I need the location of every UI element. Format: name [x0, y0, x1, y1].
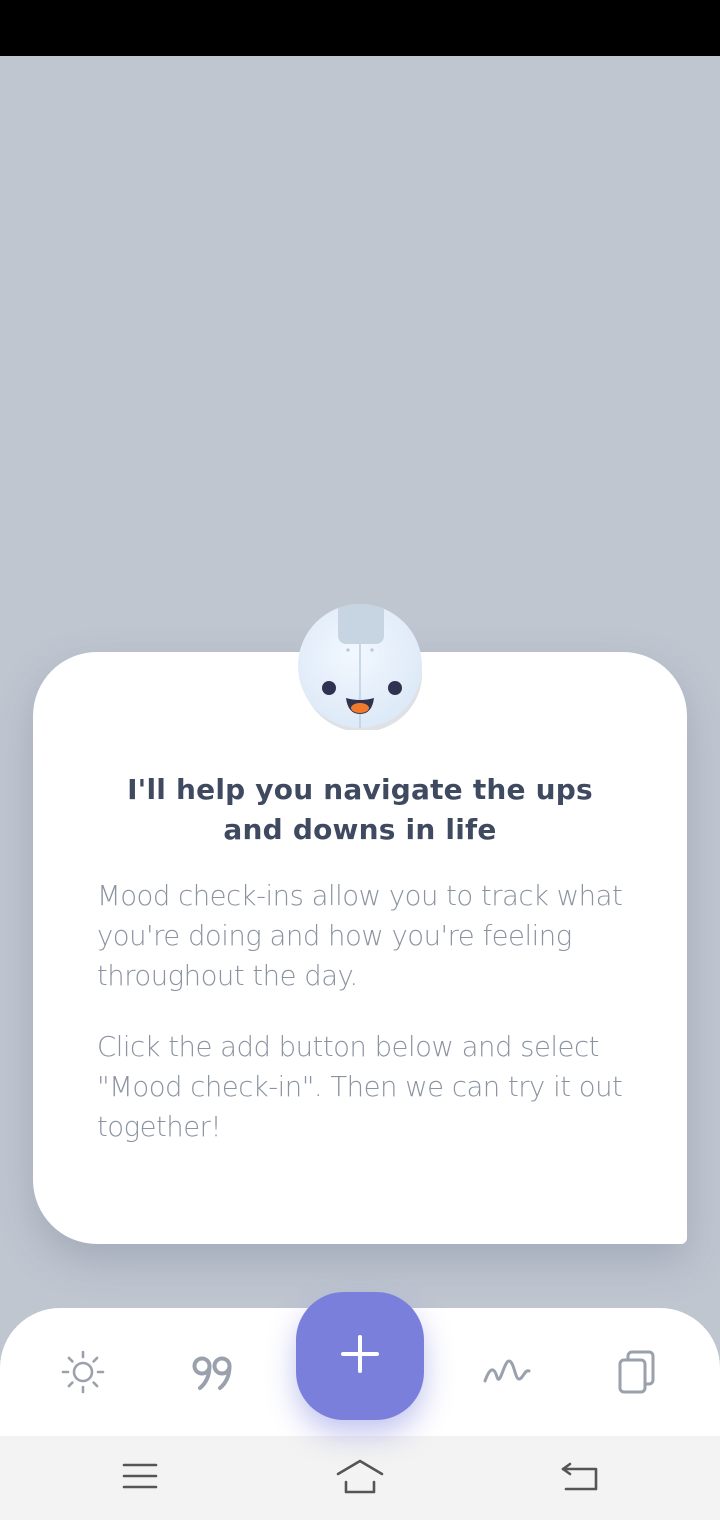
nav-item-sun[interactable] — [55, 1346, 111, 1402]
system-menu-button[interactable] — [112, 1456, 168, 1500]
wave-icon — [481, 1357, 533, 1391]
menu-icon — [122, 1462, 158, 1494]
nav-item-quotes[interactable] — [185, 1346, 241, 1402]
nav-item-insights[interactable] — [479, 1346, 535, 1402]
onboarding-card: I'll help you navigate the ups and downs… — [33, 652, 687, 1244]
sun-icon — [60, 1349, 106, 1399]
card-paragraph-2: Click the add button below and select "M… — [97, 1031, 623, 1143]
back-icon — [560, 1460, 600, 1496]
copy-icon — [617, 1349, 657, 1399]
add-button[interactable] — [296, 1292, 424, 1420]
nav-item-entries[interactable] — [609, 1346, 665, 1402]
home-icon — [335, 1458, 385, 1498]
quote-icon — [190, 1352, 236, 1396]
system-back-button[interactable] — [552, 1456, 608, 1500]
plus-icon — [340, 1334, 380, 1378]
card-title: I'll help you navigate the ups and downs… — [127, 773, 593, 846]
mascot-avatar — [296, 602, 424, 732]
system-home-button[interactable] — [332, 1456, 388, 1500]
card-paragraph-1: Mood check-ins allow you to track what y… — [97, 880, 623, 992]
status-bar — [0, 0, 720, 56]
